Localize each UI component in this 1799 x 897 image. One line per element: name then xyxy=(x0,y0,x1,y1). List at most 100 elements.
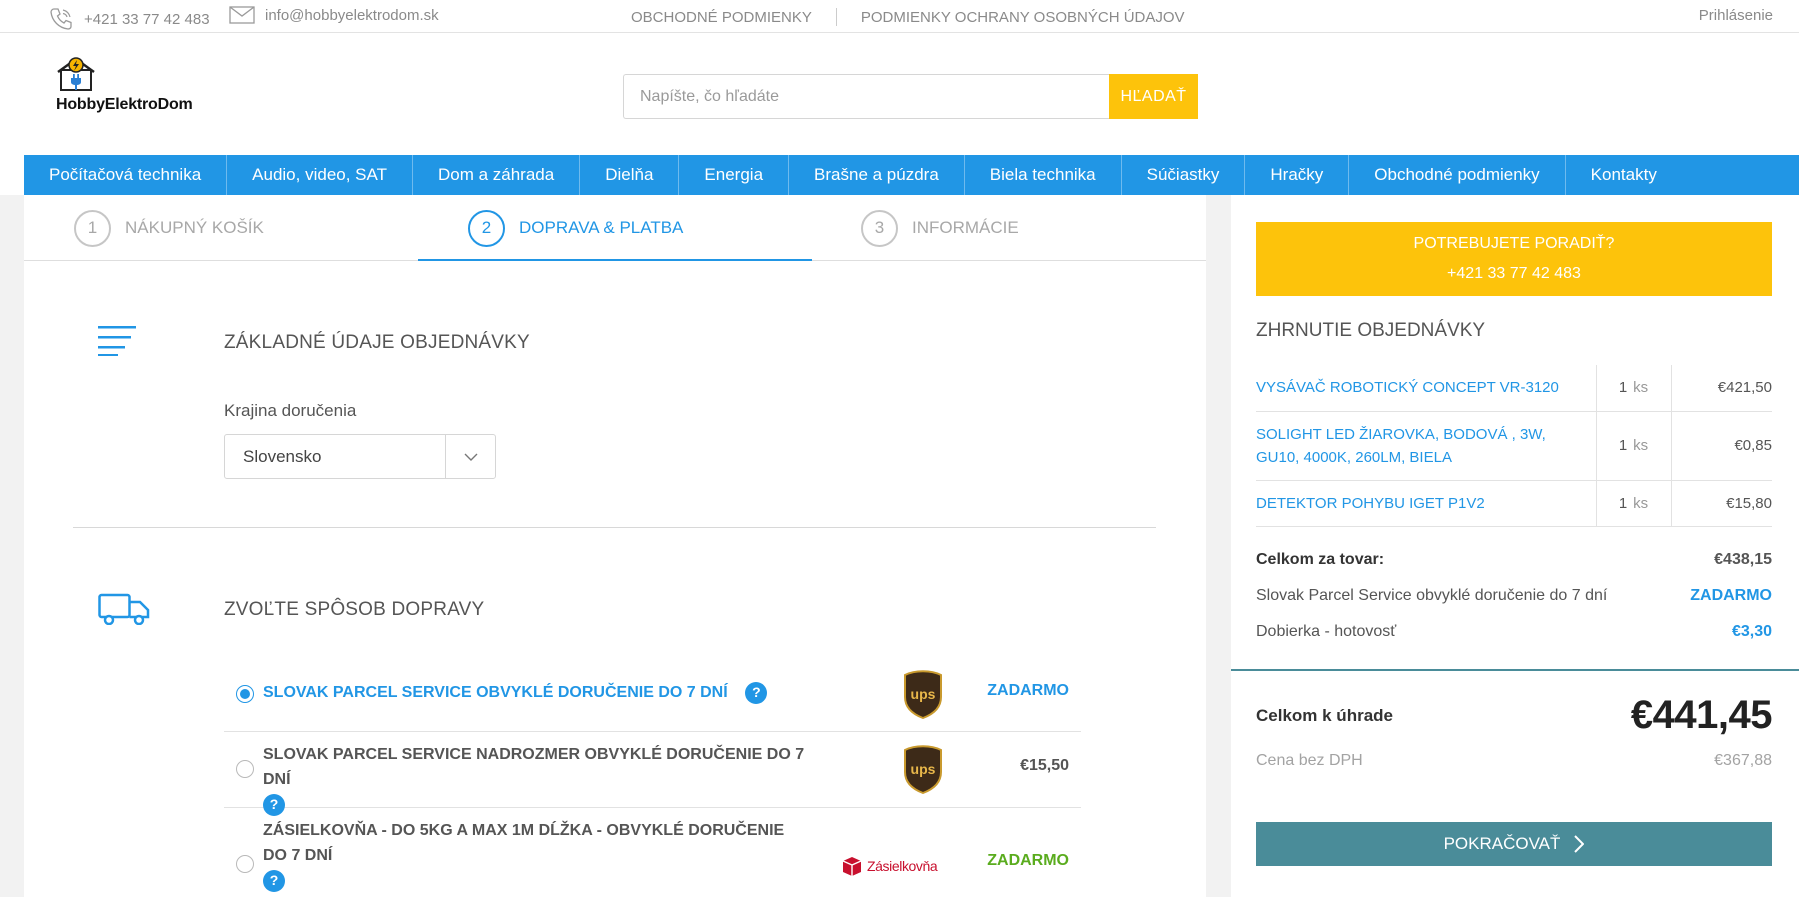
search-bar: HĽADAŤ xyxy=(623,74,1198,119)
zasielkovna-logo: Zásielkovňa xyxy=(841,855,938,877)
checkout-panel: 1 NÁKUPNÝ KOŠÍK 2 DOPRAVA & PLATBA 3 INF… xyxy=(24,195,1206,897)
nav-item[interactable]: Audio, video, SAT xyxy=(227,155,413,195)
summary-title: ZHRNUTIE OBJEDNÁVKY xyxy=(1256,320,1486,341)
privacy-link[interactable]: PODMIENKY OCHRANY OSOBNÝCH ÚDAJOV xyxy=(861,9,1185,26)
grand-total-value: €441,45 xyxy=(1630,693,1773,737)
shipping-price: ZADARMO xyxy=(987,682,1069,699)
nav-item[interactable]: Obchodné podmienky xyxy=(1349,155,1566,195)
nav-item[interactable]: Počítačová technika xyxy=(24,155,228,195)
nav-item[interactable]: Dom a záhrada xyxy=(413,155,581,195)
step-label: DOPRAVA & PLATBA xyxy=(519,218,684,237)
step-number: 1 xyxy=(74,209,111,247)
truck-icon xyxy=(98,593,150,625)
link-divider xyxy=(835,8,837,26)
step-information[interactable]: 3 INFORMÁCIE xyxy=(861,195,1019,261)
step-cart[interactable]: 1 NÁKUPNÝ KOŠÍK xyxy=(74,195,264,261)
package-logo-icon xyxy=(842,857,862,876)
login-link[interactable]: Prihlásenie xyxy=(1699,7,1773,24)
shipping-price: ZADARMO xyxy=(987,852,1069,869)
email-contact[interactable]: info@hobbyelektrodom.sk xyxy=(229,6,439,24)
cart-items-table: VYSÁVAČ ROBOTICKÝ CONCEPT VR-3120 1 ks €4… xyxy=(1256,365,1772,527)
step-label: INFORMÁCIE xyxy=(912,218,1019,237)
country-select[interactable]: Slovensko xyxy=(224,434,496,479)
nav-item[interactable]: Kontakty xyxy=(1566,155,1682,195)
svg-text:ups: ups xyxy=(911,761,936,777)
dropdown-arrow[interactable] xyxy=(445,435,495,478)
order-basics-title: ZÁKLADNÉ ÚDAJE OBJEDNÁVKY xyxy=(224,332,530,353)
chevron-right-icon xyxy=(1574,835,1585,853)
shipping-option-name: SLOVAK PARCEL SERVICE NADROZMER OBVYKLÉ … xyxy=(263,742,823,817)
search-input[interactable] xyxy=(623,74,1109,119)
shipping-title: ZVOĽTE SPÔSOB DOPRAVY xyxy=(224,599,485,620)
terms-link[interactable]: OBCHODNÉ PODMIENKY xyxy=(631,9,812,26)
section-divider xyxy=(73,527,1156,528)
item-qty: 1 ks xyxy=(1595,365,1672,412)
item-qty: 1 ks xyxy=(1595,480,1672,527)
summary-divider xyxy=(1231,669,1799,671)
table-row: DETEKTOR POHYBU IGET P1V2 1 ks €15,80 xyxy=(1256,480,1772,527)
item-name-link[interactable]: VYSÁVAČ ROBOTICKÝ CONCEPT VR-3120 xyxy=(1256,365,1596,412)
goods-total-row: Celkom za tovar: €438,15 xyxy=(1256,551,1772,568)
search-button[interactable]: HĽADAŤ xyxy=(1109,74,1198,119)
shipping-radio[interactable] xyxy=(236,760,254,778)
nav-item[interactable]: Hračky xyxy=(1245,155,1350,195)
table-row: SOLIGHT LED ŽIAROVKA, BODOVÁ , 3W, GU10,… xyxy=(1256,411,1772,481)
ups-logo-icon: ups xyxy=(904,745,942,794)
item-price: €421,50 xyxy=(1671,365,1772,412)
nav-item[interactable]: Energia xyxy=(679,155,790,195)
phone-contact[interactable]: +421 33 77 42 483 xyxy=(48,6,210,32)
item-qty: 1 ks xyxy=(1595,411,1672,481)
page-gutter-left xyxy=(0,195,24,897)
item-name-link[interactable]: SOLIGHT LED ŽIAROVKA, BODOVÁ , 3W, GU10,… xyxy=(1256,411,1596,481)
item-price: €15,80 xyxy=(1671,480,1772,527)
grand-total-row: Celkom k úhrade €441,45 xyxy=(1256,693,1773,738)
nav-item[interactable]: Brašne a púzdra xyxy=(789,155,965,195)
page-gutter-middle xyxy=(1206,195,1231,897)
house-logo-icon xyxy=(57,57,95,91)
shipping-option-zasielkovna[interactable]: ZÁSIELKOVŇA - DO 5KG A MAX 1M DĹŽKA - OB… xyxy=(224,808,1081,897)
shipping-option-name: SLOVAK PARCEL SERVICE OBVYKLÉ DORUČENIE … xyxy=(263,680,768,705)
country-label: Krajina doručenia xyxy=(224,401,357,420)
checkout-steps: 1 NÁKUPNÝ KOŠÍK 2 DOPRAVA & PLATBA 3 INF… xyxy=(24,195,1206,261)
shipping-radio[interactable] xyxy=(236,855,254,873)
logo-brand-text: HobbyElektroDom xyxy=(56,96,193,113)
mail-icon xyxy=(229,6,255,24)
help-phone: +421 33 77 42 483 xyxy=(1447,265,1581,282)
help-heading: POTREBUJETE PORADIŤ? xyxy=(1413,235,1615,252)
shipping-price: €15,50 xyxy=(1020,757,1069,774)
shipping-radio[interactable] xyxy=(236,685,254,703)
shipping-option-sps[interactable]: SLOVAK PARCEL SERVICE OBVYKLÉ DORUČENIE … xyxy=(224,657,1081,732)
phone-text: +421 33 77 42 483 xyxy=(84,10,210,28)
list-lines-icon xyxy=(98,326,136,356)
table-row: VYSÁVAČ ROBOTICKÝ CONCEPT VR-3120 1 ks €4… xyxy=(1256,365,1772,412)
svg-text:ups: ups xyxy=(911,686,936,702)
item-name-link[interactable]: DETEKTOR POHYBU IGET P1V2 xyxy=(1256,480,1596,527)
ups-logo-icon: ups xyxy=(904,670,942,719)
continue-button[interactable]: POKRAČOVAŤ xyxy=(1256,822,1772,866)
shipping-option-sps-oversize[interactable]: SLOVAK PARCEL SERVICE NADROZMER OBVYKLÉ … xyxy=(224,732,1081,816)
price-without-vat-row: Cena bez DPH €367,88 xyxy=(1256,752,1772,769)
shipping-total-row: Slovak Parcel Service obvyklé doručenie … xyxy=(1256,587,1772,604)
top-bar: +421 33 77 42 483 info@hobbyelektrodom.s… xyxy=(0,0,1799,33)
chevron-down-icon xyxy=(464,453,477,461)
active-step-underline xyxy=(418,259,812,261)
nav-item[interactable]: Dielňa xyxy=(580,155,680,195)
nav-item[interactable]: Biela technika xyxy=(965,155,1122,195)
step-shipping-payment[interactable]: 2 DOPRAVA & PLATBA xyxy=(468,195,683,261)
email-text: info@hobbyelektrodom.sk xyxy=(265,6,439,24)
item-price: €0,85 xyxy=(1671,411,1772,481)
grand-total-label: Celkom k úhrade xyxy=(1256,705,1393,725)
step-number: 3 xyxy=(861,209,898,247)
nav-item[interactable]: Súčiastky xyxy=(1122,155,1246,195)
help-contact-box[interactable]: POTREBUJETE PORADIŤ? +421 33 77 42 483 xyxy=(1256,222,1772,296)
phone-icon xyxy=(50,8,72,30)
top-links: OBCHODNÉ PODMIENKY PODMIENKY OCHRANY OSO… xyxy=(631,8,1185,26)
step-number: 2 xyxy=(468,209,505,247)
shipping-option-name: ZÁSIELKOVŇA - DO 5KG A MAX 1M DĹŽKA - OB… xyxy=(263,818,803,893)
site-logo[interactable]: HobbyElektroDom xyxy=(54,56,224,116)
order-summary-sidebar: POTREBUJETE PORADIŤ? +421 33 77 42 483 Z… xyxy=(1231,195,1799,897)
help-icon[interactable]: ? xyxy=(263,869,285,892)
country-value: Slovensko xyxy=(243,447,322,466)
main-nav: Počítačová technika Audio, video, SAT Do… xyxy=(24,155,1799,195)
help-icon[interactable]: ? xyxy=(745,681,768,704)
